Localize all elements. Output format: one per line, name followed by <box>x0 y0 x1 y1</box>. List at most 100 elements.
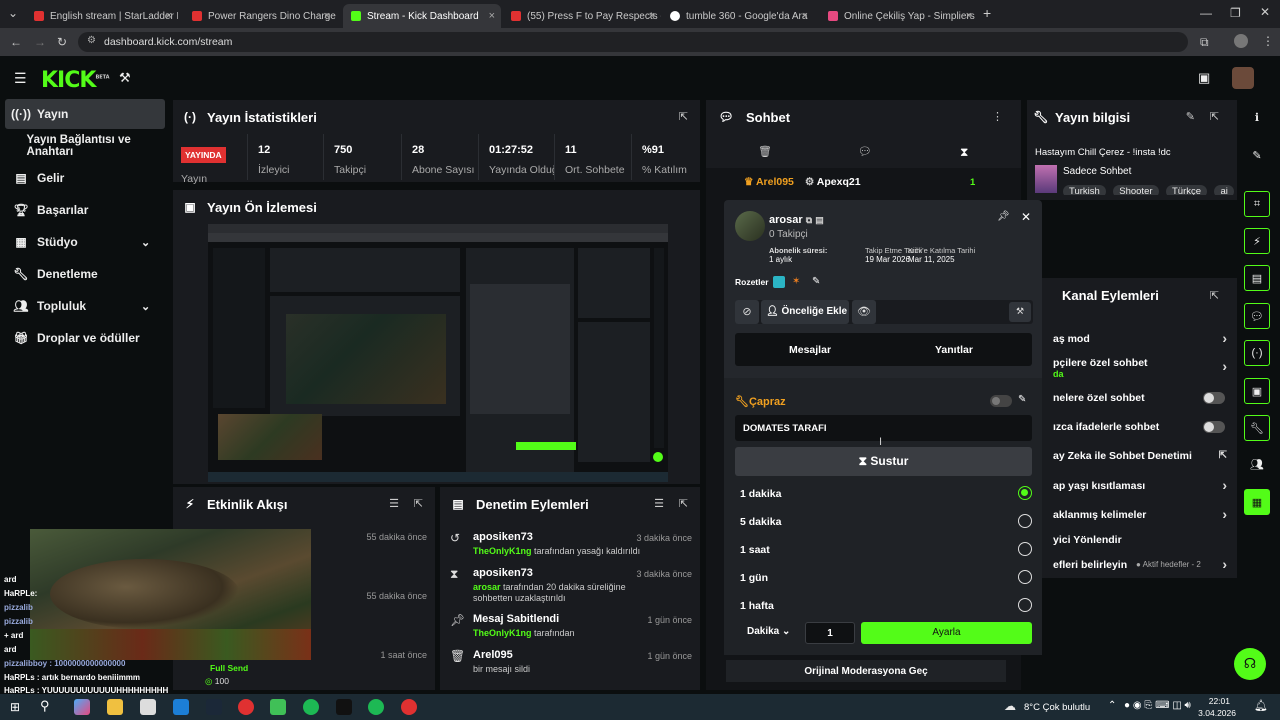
sidebar-item-revenue[interactable]: ▤ Gelir <box>5 163 165 193</box>
browser-menu-icon[interactable]: ⋮ <box>1262 34 1274 48</box>
channel-action-goals[interactable]: efleri belirleyin ● Aktif hedefler - 2 › <box>1053 551 1237 579</box>
sidebar-item-drops[interactable]: 🎁︎ Droplar ve ödüller <box>5 323 165 353</box>
outlook-icon[interactable] <box>173 699 189 715</box>
lightning-icon[interactable]: ⚡︎ <box>1244 228 1270 254</box>
reload-icon[interactable]: ↻ <box>57 35 67 49</box>
channel-action-redirect[interactable]: yici Yönlendir <box>1053 526 1237 554</box>
channel-action-slow-mode[interactable]: aş mod › <box>1053 325 1237 353</box>
channel-action-account-age[interactable]: ap yaşı kısıtlaması › <box>1053 472 1237 500</box>
layout-icon[interactable]: ▣ <box>1244 378 1270 404</box>
weather-text[interactable]: 8°C Çok bulutlu <box>1024 702 1090 713</box>
support-icon[interactable]: ☊ <box>1234 648 1266 680</box>
mute-button[interactable]: ⧗ Sustur <box>735 447 1032 476</box>
spotify-icon[interactable] <box>303 699 319 715</box>
sidebar-item-studio[interactable]: ▦ Stüdyo ⌄ <box>5 227 165 257</box>
channel-action-followers-only[interactable]: pçilere özel sohbet da › <box>1053 353 1237 381</box>
toggle-switch[interactable] <box>1203 421 1225 433</box>
close-icon[interactable]: ✕ <box>1021 210 1031 224</box>
sidebar-item-stream-key[interactable]: Yayın Bağlantısı ve Anahtarı <box>5 131 177 161</box>
browser-tab[interactable]: tumble 360 - Google'da Ara × <box>662 4 814 28</box>
id-card-icon[interactable]: ▤ <box>815 215 824 225</box>
moderation-item[interactable]: 🗑︎ Arel095 bir mesajı sildi 1 gün önce <box>440 649 700 693</box>
file-explorer-icon[interactable] <box>107 699 123 715</box>
new-tab-button[interactable]: + <box>983 5 991 21</box>
tab-messages[interactable]: Mesajlar <box>789 344 831 356</box>
pin-icon[interactable]: 📌︎ <box>997 211 1010 222</box>
clip-icon[interactable]: ⌗ <box>1244 191 1270 217</box>
stream-preview-video[interactable] <box>208 224 668 482</box>
apply-button[interactable]: Ayarla <box>861 622 1032 644</box>
browser-tab[interactable]: (55) Press F to Pay Respects - Y × <box>503 4 661 28</box>
edit-icon[interactable]: ✎ <box>1018 394 1026 405</box>
tag[interactable]: Shooter <box>1113 185 1159 195</box>
site-info-icon[interactable]: ⚙ <box>87 35 96 46</box>
tiktok-icon[interactable] <box>336 699 352 715</box>
tray-chevron-icon[interactable]: ⌃ <box>1108 700 1116 711</box>
chat-bubble-icon[interactable]: 💬︎ <box>1244 303 1270 329</box>
edit-icon[interactable]: ✎ <box>812 276 820 287</box>
search-icon[interactable]: ⚲ <box>40 698 50 714</box>
tab-replies[interactable]: Yanıtlar <box>935 344 973 356</box>
close-icon[interactable]: × <box>649 10 655 22</box>
duration-option[interactable]: 1 gün <box>724 564 1042 592</box>
edit-icon[interactable]: ✎ <box>1244 142 1270 168</box>
minimize-icon[interactable]: — <box>1200 6 1212 20</box>
channel-action-ai-moderation[interactable]: ay Zeka ile Sohbet Denetimi ⇱ <box>1053 442 1237 470</box>
browser-tab[interactable]: Power Rangers Dino Charge | S× <box>184 4 336 28</box>
close-icon[interactable]: × <box>166 10 172 22</box>
browser-tab[interactable]: English stream | StarLadder Bud× <box>26 4 178 28</box>
inbox-icon[interactable]: ▣ <box>1198 70 1210 86</box>
profile-avatar[interactable] <box>1234 34 1248 48</box>
copy-icon[interactable]: ⧉ <box>806 215 812 225</box>
channel-action-emotes-only[interactable]: ızca ifadelerle sohbet <box>1053 413 1237 441</box>
edit-icon[interactable]: ✎ <box>1186 110 1195 123</box>
filter-icon[interactable]: ☰ <box>654 497 664 510</box>
copilot-icon[interactable] <box>74 699 90 715</box>
popout-icon[interactable]: ⇱ <box>679 110 688 123</box>
community-icon[interactable]: 👥︎ <box>1244 451 1270 477</box>
radio[interactable] <box>1018 570 1032 584</box>
popout-icon[interactable]: ⇱ <box>679 497 688 510</box>
wrench-icon[interactable]: 🔧︎ <box>1244 415 1270 441</box>
kick-logo[interactable]: KICKBETA <box>41 68 110 93</box>
browser-tab[interactable]: Online Çekiliş Yap - Simpliers × <box>820 4 978 28</box>
hourglass-icon[interactable]: ⧗ <box>960 145 968 160</box>
custom-duration-input[interactable]: 1 <box>805 622 855 644</box>
eye-icon[interactable]: 👁︎ <box>852 300 876 324</box>
channel-action-subscribers-only[interactable]: nelere özel sohbet <box>1053 384 1237 412</box>
forward-icon[interactable]: → <box>34 35 46 49</box>
radio[interactable] <box>1018 542 1032 556</box>
reason-input[interactable]: DOMATES TARAFI <box>735 415 1032 441</box>
sidebar-item-achievements[interactable]: 🏆︎ Başarılar <box>5 195 165 225</box>
broadcast-icon[interactable]: (·) <box>1244 340 1270 366</box>
toggle-switch[interactable] <box>1203 392 1225 404</box>
category-name[interactable]: Sadece Sohbet <box>1063 166 1131 177</box>
trash-icon[interactable]: 🗑︎ <box>758 145 772 158</box>
chrome-icon[interactable] <box>238 699 254 715</box>
notification-icon[interactable]: 🔔︎ <box>1254 699 1268 712</box>
steam-icon[interactable] <box>206 699 222 715</box>
duration-option[interactable]: 1 dakika <box>724 480 1042 508</box>
ban-icon[interactable]: ⊘ <box>735 300 759 324</box>
spotify-icon[interactable] <box>368 699 384 715</box>
close-icon[interactable]: × <box>489 10 495 22</box>
app-icon[interactable] <box>401 699 417 715</box>
maximize-icon[interactable]: ❐ <box>1230 6 1241 20</box>
chat-bubble-icon[interactable]: 💬︎ <box>858 145 872 158</box>
pinned-message[interactable]: ♛ Arel095 ⚙ Apexq21 <box>744 176 861 188</box>
browser-tab-active[interactable]: Stream - Kick Dashboard × <box>343 4 501 28</box>
sidebar-item-community[interactable]: 👥︎ Topluluk ⌄ <box>5 291 165 321</box>
user-avatar[interactable] <box>1232 67 1254 89</box>
unmod-icon[interactable]: ⚒ <box>1009 302 1031 322</box>
moderator-tools-icon[interactable]: ⚒ <box>119 70 131 86</box>
hamburger-menu-icon[interactable]: ☰ <box>14 70 27 87</box>
tag[interactable]: Türkçe <box>1165 185 1208 195</box>
sidebar-item-moderation[interactable]: 🔧︎ Denetleme <box>5 259 165 289</box>
notepad-icon[interactable] <box>270 699 286 715</box>
popout-icon[interactable]: ⇱ <box>1210 110 1219 123</box>
back-icon[interactable]: ← <box>10 35 22 49</box>
chat-menu-icon[interactable]: ⋮ <box>992 110 1003 123</box>
window-close-icon[interactable]: ✕ <box>1260 5 1270 19</box>
duration-option[interactable]: 1 hafta <box>724 592 1042 620</box>
unit-select[interactable]: Dakika ⌄ <box>747 626 790 637</box>
